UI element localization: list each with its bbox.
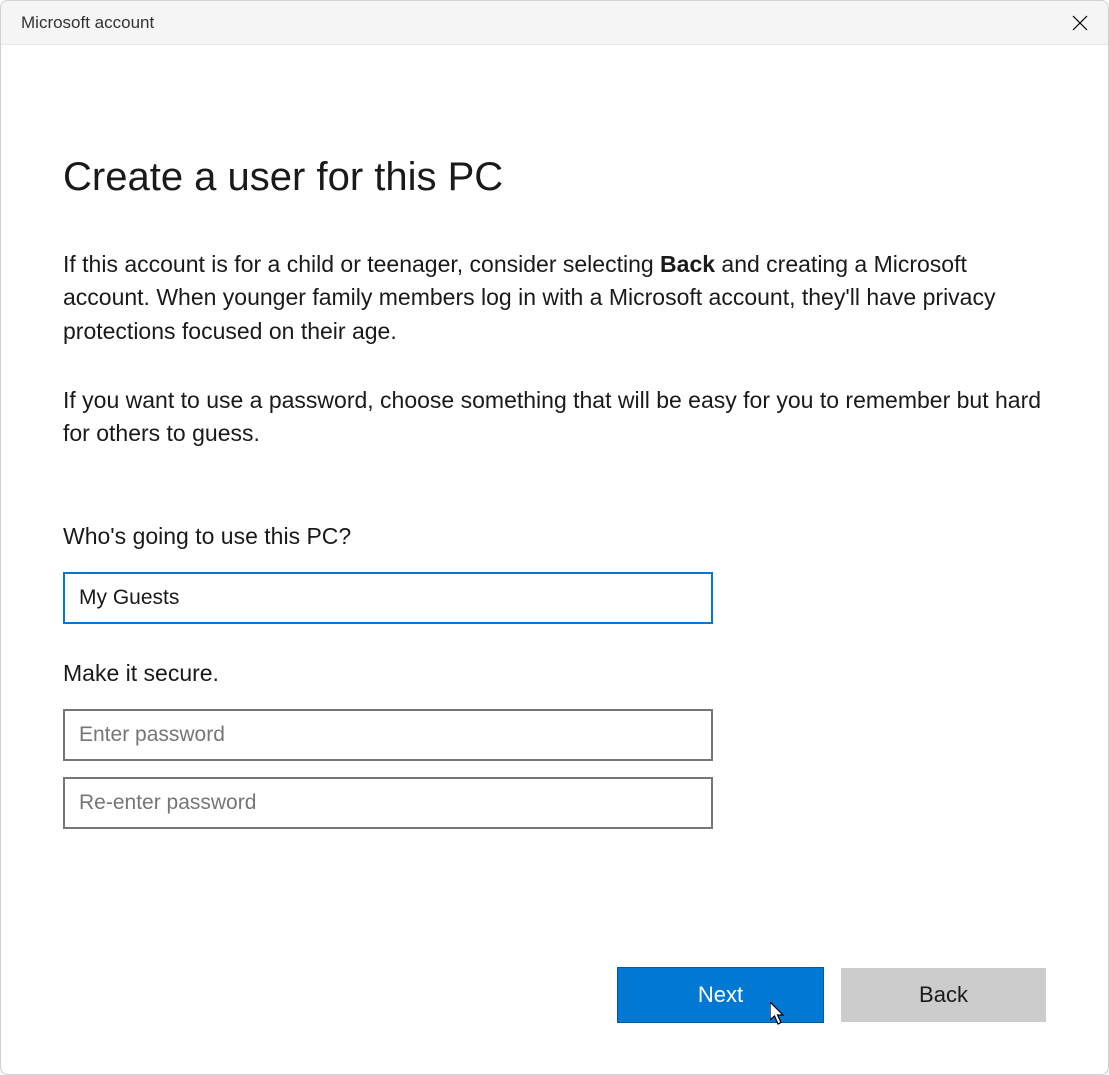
username-input[interactable] [63, 572, 713, 624]
back-button-label: Back [919, 982, 968, 1008]
dialog-footer: Next Back [618, 968, 1046, 1022]
description-text-pre: If this account is for a child or teenag… [63, 251, 660, 277]
password-input[interactable] [63, 709, 713, 761]
username-label: Who's going to use this PC? [63, 523, 1046, 550]
description-bold-back: Back [660, 251, 715, 277]
description-child-account: If this account is for a child or teenag… [63, 248, 1046, 348]
description-password-hint: If you want to use a password, choose so… [63, 384, 1046, 451]
next-button-label: Next [698, 982, 743, 1008]
dialog-window: Microsoft account Create a user for this… [0, 0, 1109, 1075]
next-button[interactable]: Next [618, 968, 823, 1022]
close-icon [1072, 15, 1088, 31]
window-title: Microsoft account [21, 13, 154, 33]
close-button[interactable] [1052, 1, 1108, 45]
back-button[interactable]: Back [841, 968, 1046, 1022]
password-confirm-input[interactable] [63, 777, 713, 829]
page-heading: Create a user for this PC [63, 155, 1046, 200]
password-fields [63, 709, 1046, 829]
password-section-label: Make it secure. [63, 660, 1046, 687]
dialog-content: Create a user for this PC If this accoun… [1, 45, 1108, 1074]
cursor-icon [770, 1002, 790, 1028]
titlebar: Microsoft account [1, 1, 1108, 45]
